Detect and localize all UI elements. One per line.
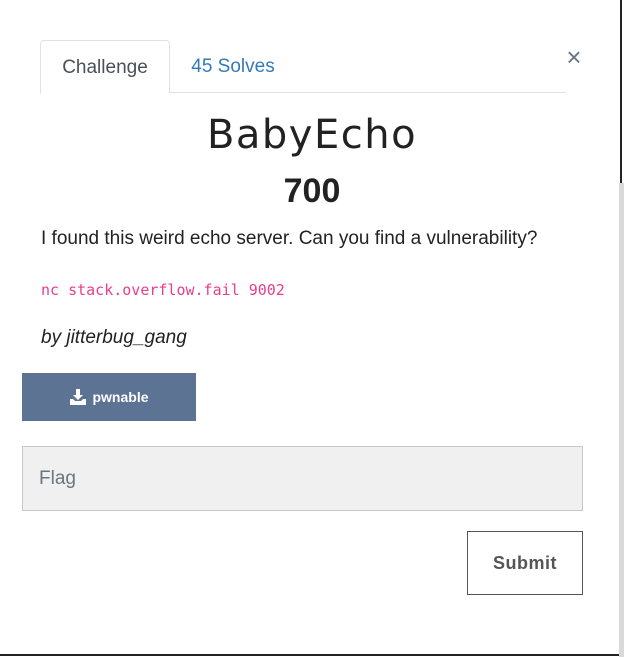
connection-command: nc stack.overflow.fail 9002: [41, 281, 285, 299]
challenge-tabs: Challenge 45 Solves: [40, 40, 566, 94]
challenge-description: I found this weird echo server. Can you …: [41, 228, 538, 249]
flag-input[interactable]: [22, 446, 583, 511]
submit-button[interactable]: Submit: [467, 531, 583, 595]
backdrop-edge: [619, 183, 624, 657]
close-icon[interactable]: ×: [562, 42, 586, 72]
tab-challenge[interactable]: Challenge: [40, 40, 170, 94]
download-icon: [70, 389, 87, 405]
challenge-author: by jitterbug_gang: [41, 327, 187, 348]
challenge-modal: Challenge 45 Solves × BabyEcho 700 I fou…: [0, 0, 622, 656]
challenge-name: BabyEcho: [206, 112, 418, 158]
download-file-button[interactable]: pwnable: [22, 373, 196, 421]
download-file-label: pwnable: [92, 389, 149, 405]
challenge-value: 700: [283, 172, 341, 210]
tab-solves[interactable]: 45 Solves: [190, 40, 276, 93]
